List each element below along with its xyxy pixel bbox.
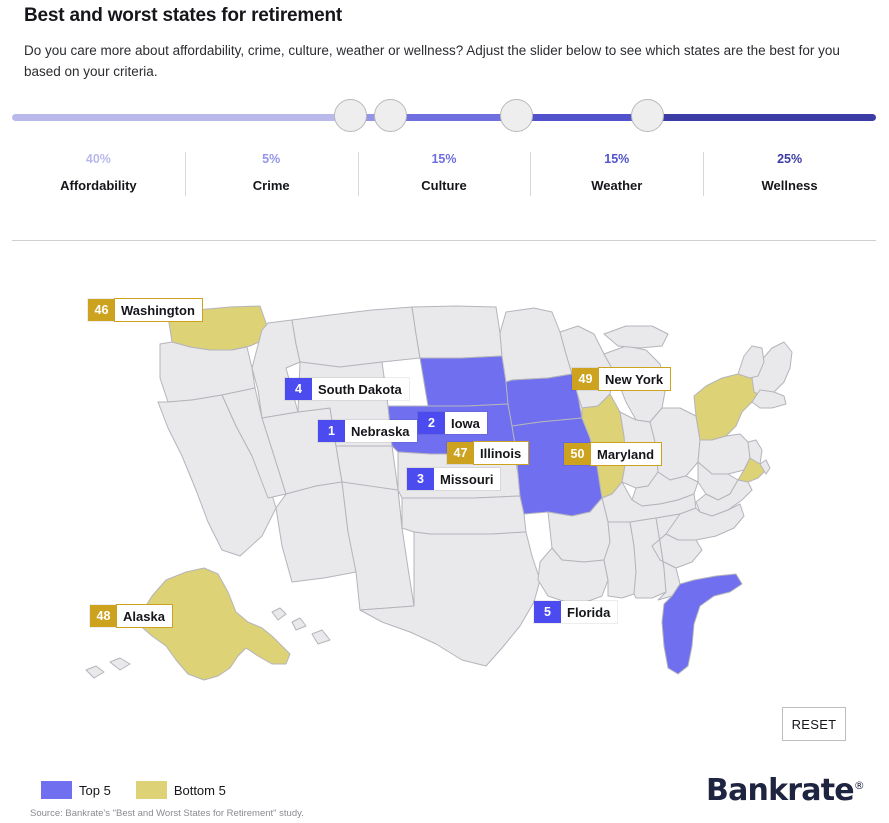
rank-badge: 5 [534, 601, 561, 623]
state-oklahoma [401, 495, 527, 535]
rank-badge: 48 [90, 605, 117, 627]
map-label-south-dakota[interactable]: 4 South Dakota [285, 378, 409, 400]
criterion-culture[interactable]: 15% Culture [357, 150, 531, 202]
map-label-washington[interactable]: 46 Washington [88, 299, 202, 321]
state-name: Iowa [445, 412, 487, 434]
bankrate-logo: Bankrate® [706, 773, 865, 808]
map-label-new-york[interactable]: 49 New York [572, 368, 671, 390]
criteria-row: 40% Affordability 5% Crime 15% Culture 1… [12, 150, 876, 202]
criteria-slider[interactable] [0, 95, 889, 155]
rank-badge: 47 [447, 442, 474, 464]
state-hawaii [271, 607, 331, 645]
legend-label-top5: Top 5 [79, 782, 111, 798]
state-south-dakota [419, 355, 509, 407]
rank-badge: 2 [418, 412, 445, 434]
reset-button[interactable]: RESET [782, 707, 846, 741]
criterion-label: Crime [252, 178, 290, 193]
state-new-york [693, 373, 761, 441]
criterion-crime[interactable]: 5% Crime [184, 150, 358, 202]
state-name: Missouri [434, 468, 501, 490]
state-north-dakota [411, 305, 503, 359]
map-label-iowa[interactable]: 2 Iowa [418, 412, 487, 434]
state-montana [291, 306, 421, 368]
state-name: Washington [115, 299, 202, 321]
map-label-missouri[interactable]: 3 Missouri [407, 468, 501, 490]
state-aleutian-islands [85, 657, 131, 679]
map-label-florida[interactable]: 5 Florida [534, 601, 618, 623]
slider-segment-3 [516, 114, 647, 121]
map-label-illinois[interactable]: 47 Illinois [447, 442, 529, 464]
slider-handle-4[interactable] [631, 99, 664, 132]
state-name: South Dakota [312, 378, 409, 400]
rank-badge: 4 [285, 378, 312, 400]
page-subtitle: Do you care more about affordability, cr… [24, 43, 840, 79]
state-name: Nebraska [345, 420, 417, 442]
rank-badge: 3 [407, 468, 434, 490]
criterion-percent: 5% [262, 152, 281, 166]
legend-swatch-bottom5 [135, 781, 167, 799]
map-label-alaska[interactable]: 48 Alaska [90, 605, 172, 627]
slider-handle-1[interactable] [334, 99, 367, 132]
map-label-maryland[interactable]: 50 Maryland [564, 443, 662, 465]
criterion-affordability[interactable]: 40% Affordability [12, 150, 185, 202]
state-name: Illinois [474, 442, 529, 464]
slider-segment-4 [647, 114, 876, 121]
section-divider [12, 240, 876, 241]
legend-label-bottom5: Bottom 5 [173, 782, 226, 798]
rank-badge: 49 [572, 368, 599, 390]
rank-badge: 50 [564, 443, 591, 465]
state-name: New York [599, 368, 671, 390]
map-legend: Top 5 Bottom 5 [41, 781, 251, 799]
slider-segment-2 [390, 114, 516, 121]
logo-text: Bankrate [706, 773, 855, 808]
state-michigan-up [603, 325, 669, 349]
criterion-percent: 25% [777, 152, 803, 166]
source-note: Source: Bankrate's "Best and Worst State… [30, 808, 304, 819]
criterion-label: Culture [421, 178, 467, 193]
map-label-nebraska[interactable]: 1 Nebraska [318, 420, 417, 442]
state-mississippi [603, 521, 637, 599]
criterion-weather[interactable]: 15% Weather [530, 150, 703, 202]
legend-swatch-top5 [41, 781, 72, 799]
rank-badge: 46 [88, 299, 115, 321]
criterion-percent: 15% [604, 152, 630, 166]
state-name: Alaska [117, 605, 172, 627]
map-states [85, 305, 793, 681]
criterion-label: Wellness [761, 178, 818, 193]
criterion-label: Weather [591, 178, 643, 193]
slider-segment-0 [12, 114, 350, 121]
criterion-wellness[interactable]: 25% Wellness [703, 150, 876, 202]
rank-badge: 1 [318, 420, 345, 442]
state-iowa [505, 373, 583, 427]
criterion-percent: 40% [85, 152, 111, 166]
page-title: Best and worst states for retirement [24, 5, 342, 26]
registered-mark-icon: ® [853, 779, 865, 792]
criterion-label: Affordability [60, 178, 137, 193]
slider-track[interactable] [12, 114, 876, 121]
state-name: Florida [561, 601, 618, 623]
criterion-percent: 15% [431, 152, 457, 166]
slider-handle-2[interactable] [374, 99, 407, 132]
state-name: Maryland [591, 443, 662, 465]
infographic-root: Best and worst states for retirement Do … [0, 0, 889, 823]
state-pennsylvania [697, 433, 751, 475]
state-minnesota [499, 307, 573, 383]
slider-handle-3[interactable] [500, 99, 533, 132]
